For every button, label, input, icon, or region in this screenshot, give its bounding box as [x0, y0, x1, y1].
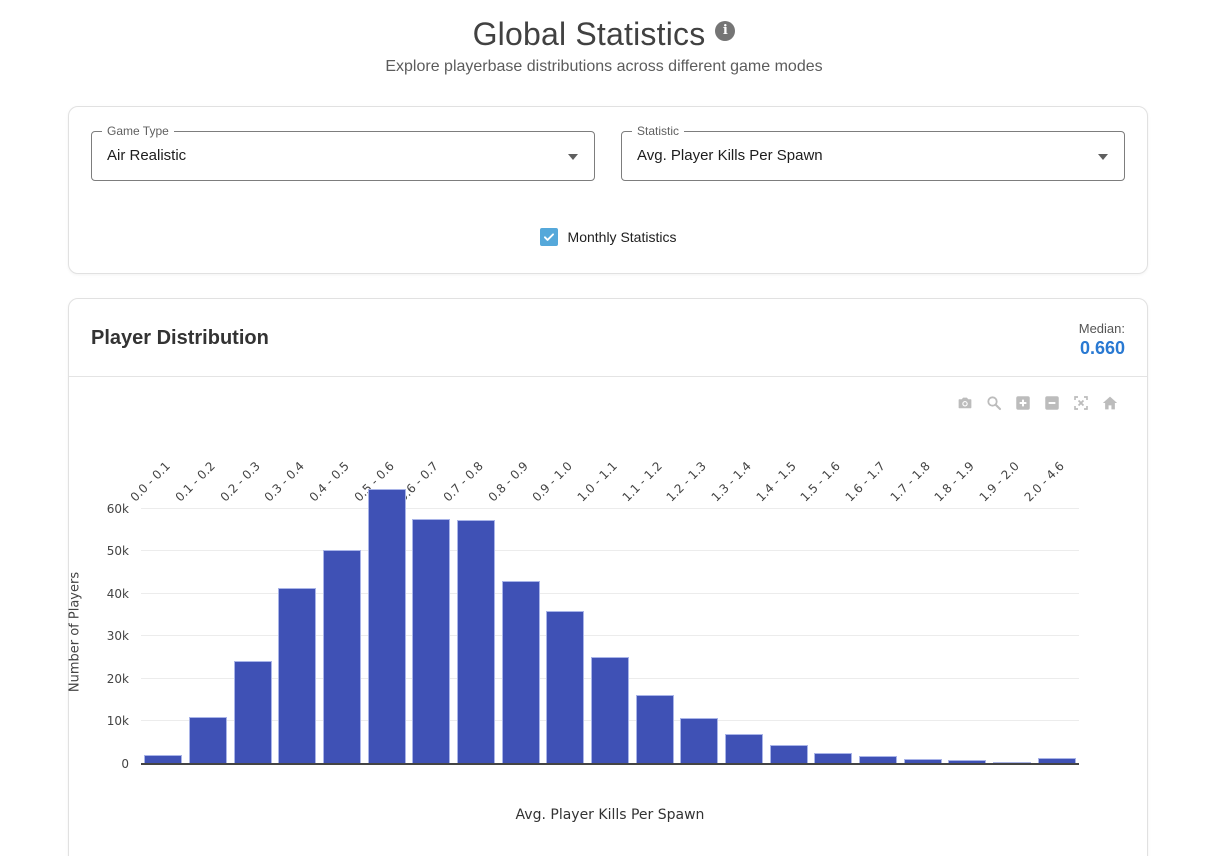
chart-title: Player Distribution	[91, 327, 269, 350]
histogram-bar[interactable]	[412, 519, 450, 764]
filters-card: Game Type Air Realistic Statistic Avg. P…	[68, 106, 1148, 274]
monthly-statistics-label: Monthly Statistics	[568, 229, 677, 245]
statistic-select[interactable]: Statistic Avg. Player Kills Per Spawn	[621, 131, 1125, 181]
histogram-bar[interactable]	[502, 581, 540, 764]
game-type-value: Air Realistic	[92, 132, 594, 180]
statistic-label: Statistic	[632, 124, 684, 138]
zoom-in-icon[interactable]	[1014, 394, 1032, 412]
gridline	[141, 508, 1079, 509]
page-header: Global Statistics i Explore playerbase d…	[0, 0, 1208, 76]
zoom-icon[interactable]	[985, 394, 1003, 412]
home-icon[interactable]	[1101, 394, 1119, 412]
autoscale-icon[interactable]	[1072, 394, 1090, 412]
zoom-out-icon[interactable]	[1043, 394, 1061, 412]
histogram-bar[interactable]	[546, 611, 584, 764]
chevron-down-icon	[568, 154, 578, 160]
game-type-label: Game Type	[102, 124, 174, 138]
histogram-bar[interactable]	[457, 520, 495, 764]
camera-icon[interactable]	[956, 394, 974, 412]
histogram-bar[interactable]	[278, 588, 316, 764]
histogram-bar[interactable]	[680, 718, 718, 764]
histogram-bar[interactable]	[770, 745, 808, 764]
page-title: Global Statistics	[473, 16, 706, 53]
y-tick-label: 30k	[79, 629, 129, 643]
x-axis-line	[141, 763, 1079, 765]
histogram-bar[interactable]	[189, 717, 227, 764]
y-tick-label: 50k	[79, 544, 129, 558]
game-type-select[interactable]: Game Type Air Realistic	[91, 131, 595, 181]
plotly-modebar	[956, 394, 1119, 412]
monthly-statistics-checkbox[interactable]	[540, 228, 558, 246]
chart-card-header: Player Distribution Median: 0.660	[69, 299, 1147, 377]
gridline	[141, 550, 1079, 551]
histogram-bar[interactable]	[591, 657, 629, 764]
chart-card: Player Distribution Median: 0.660	[68, 298, 1148, 856]
histogram-bar[interactable]	[636, 695, 674, 764]
y-tick-label: 0	[79, 757, 129, 771]
median-readout: Median: 0.660	[1079, 321, 1125, 359]
histogram-bar[interactable]	[234, 661, 272, 764]
page-subtitle: Explore playerbase distributions across …	[0, 58, 1208, 76]
checkmark-icon	[542, 230, 556, 244]
page: Global Statistics i Explore playerbase d…	[0, 0, 1208, 856]
x-axis-title: Avg. Player Kills Per Spawn	[141, 807, 1079, 823]
histogram-bar[interactable]	[323, 550, 361, 764]
y-tick-label: 10k	[79, 714, 129, 728]
median-label: Median:	[1079, 321, 1125, 336]
histogram-bar[interactable]	[725, 734, 763, 764]
median-value: 0.660	[1079, 338, 1125, 359]
y-tick-label: 40k	[79, 587, 129, 601]
histogram-bar[interactable]	[368, 489, 406, 764]
statistic-value: Avg. Player Kills Per Spawn	[622, 132, 1124, 180]
plot-area: Number of Players Avg. Player Kills Per …	[141, 449, 1079, 764]
chevron-down-icon	[1098, 154, 1108, 160]
info-icon[interactable]: i	[715, 21, 735, 41]
y-tick-label: 20k	[79, 672, 129, 686]
